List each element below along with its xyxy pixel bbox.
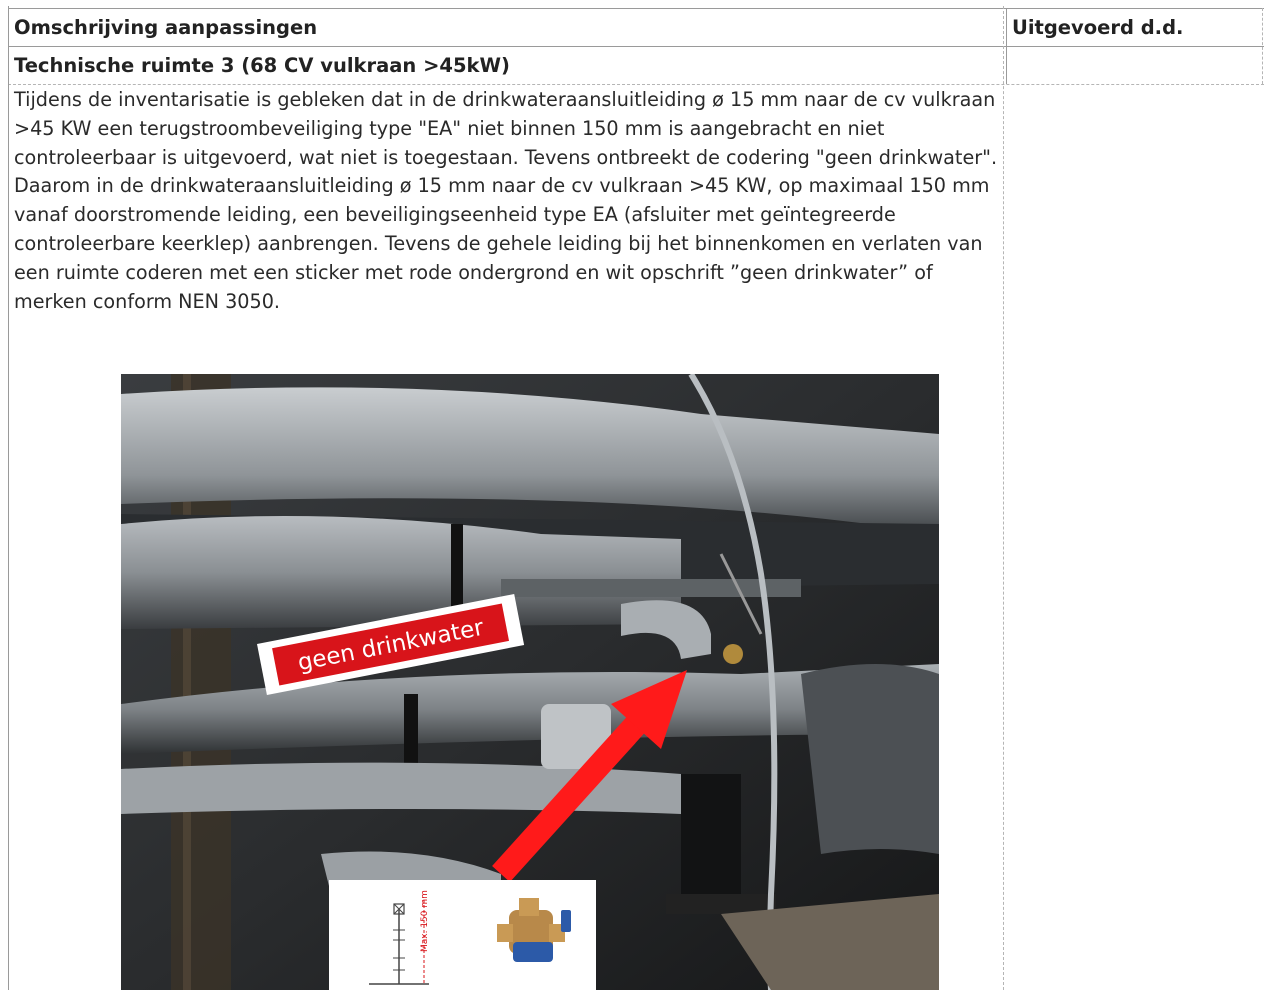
column-header-description: Omschrijving aanpassingen	[14, 16, 318, 39]
section-row-border	[8, 84, 1264, 85]
table-top-border	[8, 8, 1264, 9]
finding-paragraph: Tijdens de inventarisatie is gebleken da…	[14, 88, 998, 169]
action-paragraph: Daarom in de drinkwateraansluitleiding ø…	[14, 174, 990, 313]
backflow-diagram: Max. 150 mm	[369, 890, 571, 985]
section-title: Technische ruimte 3 (68 CV vulkraan >45k…	[14, 54, 510, 77]
description-text: Tijdens de inventarisatie is gebleken da…	[14, 86, 1004, 316]
valve-diagram-inset: Max. 150 mm	[329, 880, 596, 990]
header-row-border	[8, 46, 1264, 47]
report-sheet: Omschrijving aanpassingen Uitgevoerd d.d…	[0, 0, 1264, 990]
max-150mm-label: Max. 150 mm	[420, 890, 430, 952]
column-divider-header	[1006, 8, 1007, 84]
column-header-done-date: Uitgevoerd d.d.	[1012, 16, 1184, 39]
table-right-border	[1262, 8, 1263, 84]
table-left-border	[8, 6, 9, 990]
valve-icon	[497, 898, 571, 962]
